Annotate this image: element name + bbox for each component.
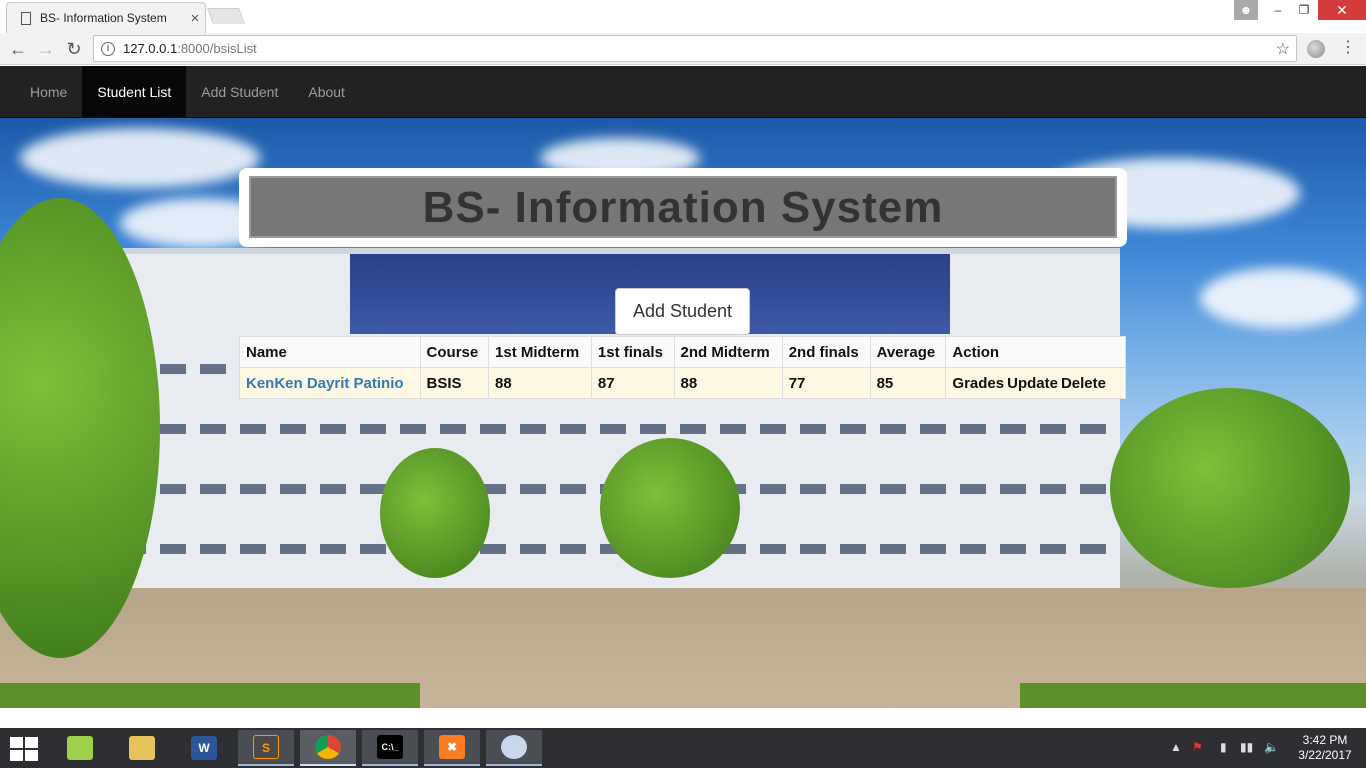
info-icon[interactable]: i bbox=[101, 41, 115, 56]
nav-item-add-student[interactable]: Add Student bbox=[186, 66, 293, 118]
sublime-text-icon[interactable]: S bbox=[238, 730, 294, 766]
cell-course: BSIS bbox=[419, 367, 490, 399]
page-viewport: Home Student List Add Student About BS- Inf… bbox=[0, 66, 1366, 728]
column-header: 2nd finals bbox=[781, 336, 871, 368]
url-path: :8000/bsisList bbox=[177, 41, 257, 56]
forward-arrow-icon[interactable]: → bbox=[34, 37, 58, 61]
grades-action-button[interactable]: Grades bbox=[952, 375, 1004, 392]
browser-tab[interactable]: BS- Information System × bbox=[6, 2, 206, 33]
student-table: Name Course 1st Midterm 1st finals 2nd Midte… bbox=[239, 336, 1126, 399]
column-header: 1st finals bbox=[590, 336, 675, 368]
folder-icon[interactable] bbox=[114, 730, 170, 766]
battery-icon[interactable]: ▮ bbox=[1220, 740, 1227, 754]
cmd-icon[interactable]: C:\_ bbox=[362, 730, 418, 766]
page-title: BS- Information System bbox=[422, 183, 944, 232]
cell-midterm2: 88 bbox=[673, 367, 783, 399]
column-header: 1st Midterm bbox=[488, 336, 592, 368]
update-action-button[interactable]: Update bbox=[1007, 375, 1058, 392]
action-center-icon[interactable]: ⚑ bbox=[1192, 740, 1203, 754]
menu-dots-icon[interactable]: ⋮ bbox=[1340, 37, 1356, 57]
column-header: Action bbox=[945, 336, 1126, 368]
site-navbar: Home Student List Add Student About bbox=[0, 66, 1366, 118]
browser-toolbar: ← → ↻ i 127.0.0.1:8000/bsisList ☆ ⋮ bbox=[0, 33, 1366, 65]
url-host: 127.0.0.1 bbox=[123, 41, 178, 56]
chrome-icon[interactable] bbox=[300, 730, 356, 766]
nav-item-home[interactable]: Home bbox=[15, 66, 82, 118]
xampp-icon[interactable]: ✖ bbox=[424, 730, 480, 766]
page-bottom-strip bbox=[0, 708, 1366, 728]
paint-icon[interactable] bbox=[486, 730, 542, 766]
clock-date: 3/22/2017 bbox=[1298, 748, 1352, 762]
address-bar[interactable]: i 127.0.0.1:8000/bsisList ☆ bbox=[93, 35, 1297, 62]
network-icon[interactable]: ▮▮ bbox=[1240, 740, 1253, 754]
new-tab-button[interactable] bbox=[207, 8, 245, 24]
extension-icon[interactable] bbox=[1307, 40, 1325, 58]
reload-icon[interactable]: ↻ bbox=[62, 37, 86, 61]
cell-midterm1: 88 bbox=[488, 367, 592, 399]
title-banner: BS- Information System bbox=[239, 168, 1127, 247]
column-header: Name bbox=[239, 336, 421, 368]
nav-item-about[interactable]: About bbox=[293, 66, 360, 118]
windows-taskbar: W S C:\_ ✖ ▲ ⚑ ▮ ▮▮ 🔈 3:42 PM 3/22/2017 bbox=[0, 728, 1366, 768]
bookmark-star-icon[interactable]: ☆ bbox=[1276, 39, 1290, 59]
show-hidden-icons-icon[interactable]: ▲ bbox=[1170, 740, 1182, 754]
url-text: 127.0.0.1:8000/bsisList bbox=[123, 41, 257, 56]
cell-actions: Grades Update Delete bbox=[945, 367, 1126, 399]
nav-item-student-list[interactable]: Student List bbox=[82, 66, 187, 118]
cell-average: 85 bbox=[869, 367, 947, 399]
clock-time: 3:42 PM bbox=[1302, 733, 1348, 747]
column-header: 2nd Midterm bbox=[673, 336, 783, 368]
cell-finals2: 77 bbox=[781, 367, 871, 399]
nav-list: Home Student List Add Student About bbox=[15, 66, 1366, 118]
delete-action-button[interactable]: Delete bbox=[1061, 375, 1106, 392]
back-arrow-icon[interactable]: ← bbox=[6, 37, 30, 61]
minimize-button[interactable]: – bbox=[1266, 0, 1290, 20]
table-body: KenKen Dayrit Patinio BSIS 88 87 88 77 85 Grade… bbox=[239, 367, 1126, 399]
table-header-row: Name Course 1st Midterm 1st finals 2nd Midte… bbox=[239, 336, 1126, 368]
student-name-link[interactable]: KenKen Dayrit Patinio bbox=[246, 375, 404, 392]
tab-title: BS- Information System bbox=[40, 11, 167, 25]
restore-button[interactable]: ❐ bbox=[1292, 0, 1316, 20]
add-student-button[interactable]: Add Student bbox=[615, 288, 750, 335]
page-icon bbox=[21, 11, 31, 25]
system-clock[interactable]: 3:42 PM 3/22/2017 bbox=[1292, 733, 1358, 763]
volume-icon[interactable]: 🔈 bbox=[1264, 740, 1279, 754]
file-explorer-icon[interactable] bbox=[52, 730, 108, 766]
windows-start-icon[interactable] bbox=[10, 737, 38, 761]
tab-close-icon[interactable]: × bbox=[185, 10, 205, 27]
word-icon[interactable]: W bbox=[176, 730, 232, 766]
close-window-button[interactable]: ✕ bbox=[1318, 0, 1366, 20]
cell-finals1: 87 bbox=[590, 367, 675, 399]
table-row: KenKen Dayrit Patinio BSIS 88 87 88 77 85 Grade… bbox=[239, 367, 1126, 399]
column-header: Course bbox=[419, 336, 490, 368]
browser-tab-bar: BS- Information System × ☻ – ❐ ✕ bbox=[0, 0, 1366, 33]
user-profile-icon[interactable]: ☻ bbox=[1234, 0, 1258, 20]
column-header: Average bbox=[869, 336, 947, 368]
